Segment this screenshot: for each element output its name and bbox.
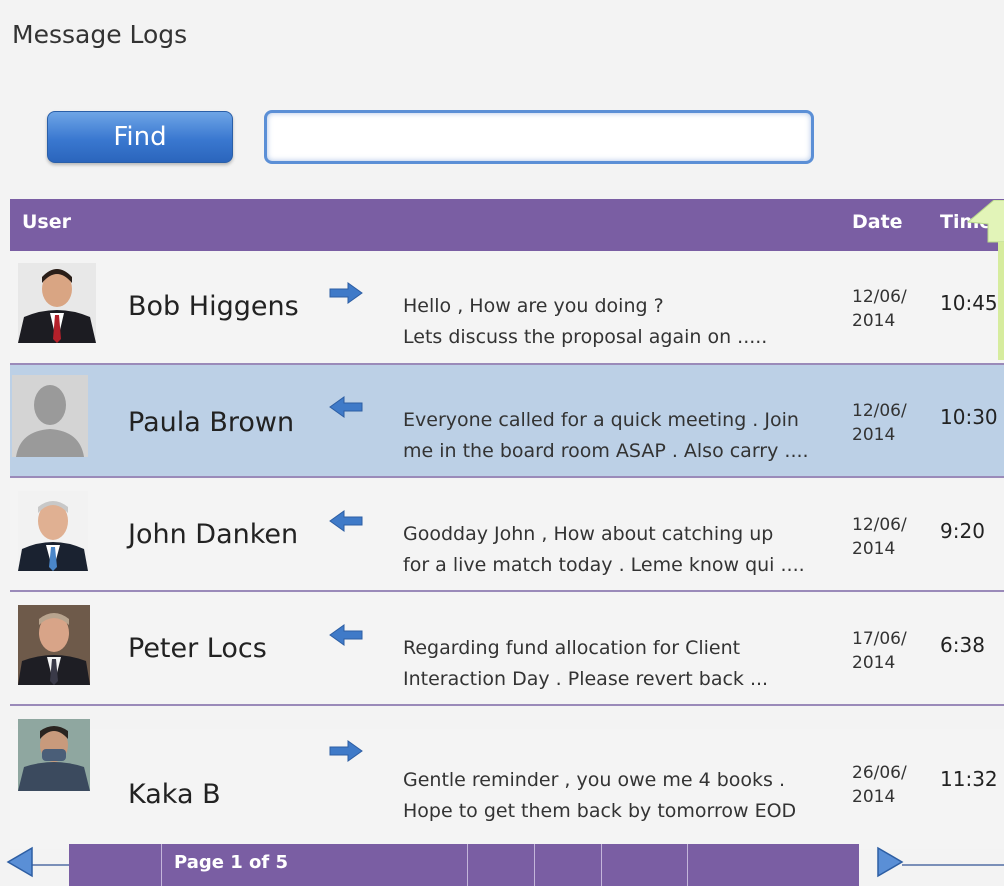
- message-line: Gentle reminder , you owe me 4 books .: [403, 769, 786, 791]
- pager-cell: [161, 844, 162, 886]
- avatar: [12, 375, 88, 457]
- message-date: 17/06/ 2014: [852, 627, 907, 675]
- date-line: 12/06/: [852, 401, 907, 421]
- message-line: Hello , How are you doing ?: [403, 295, 664, 317]
- search-input[interactable]: [264, 110, 814, 164]
- outgoing-arrow-icon: [329, 282, 363, 304]
- page-title: Message Logs: [12, 20, 188, 49]
- message-line: Lets discuss the proposal again on .....: [403, 326, 768, 348]
- message-date: 12/06/ 2014: [852, 399, 907, 447]
- user-name: Kaka B: [128, 779, 221, 810]
- message-line: Interaction Day . Please revert back ...: [403, 668, 769, 690]
- date-line: 12/06/: [852, 287, 907, 307]
- message-line: Everyone called for a quick meeting . Jo…: [403, 409, 799, 431]
- avatar: [18, 491, 88, 571]
- message-time: 9:20: [940, 519, 985, 543]
- message-line: me in the board room ASAP . Also carry .…: [403, 440, 809, 462]
- user-name: Paula Brown: [128, 407, 295, 438]
- message-time: 6:38: [940, 633, 985, 657]
- date-line: 2014: [852, 425, 896, 445]
- message-line: Regarding fund allocation for Client: [403, 637, 741, 659]
- message-date: 12/06/ 2014: [852, 513, 907, 561]
- pager-cell[interactable]: [687, 844, 688, 886]
- page-indicator: Page 1 of 5: [174, 852, 288, 873]
- pager-line: [902, 864, 1004, 866]
- table-row[interactable]: Kaka B Gentle reminder , you owe me 4 bo…: [10, 719, 1004, 849]
- date-line: 2014: [852, 787, 896, 807]
- table-row[interactable]: Bob Higgens Hello , How are you doing ? …: [10, 251, 1004, 365]
- callout-pointer-icon: [966, 200, 1004, 360]
- message-line: for a live match today . Leme know qui .…: [403, 554, 805, 576]
- header-date: Date: [852, 211, 903, 233]
- message-line: Goodday John , How about catching up: [403, 523, 774, 545]
- message-date: 26/06/ 2014: [852, 761, 907, 809]
- table-row[interactable]: John Danken Goodday John , How about cat…: [10, 479, 1004, 592]
- incoming-arrow-icon: [329, 624, 363, 646]
- pager-line: [32, 864, 72, 866]
- table-header: User Date Time: [10, 199, 1004, 251]
- message-preview: Everyone called for a quick meeting . Jo…: [403, 405, 833, 467]
- user-name: John Danken: [128, 519, 299, 550]
- next-page-icon[interactable]: [876, 846, 906, 878]
- incoming-arrow-icon: [329, 396, 363, 418]
- previous-page-icon[interactable]: [4, 846, 34, 878]
- user-name: Bob Higgens: [128, 291, 299, 322]
- pagination: Page 1 of 5: [0, 838, 1004, 886]
- message-preview: Goodday John , How about catching up for…: [403, 519, 833, 581]
- message-preview: Gentle reminder , you owe me 4 books . H…: [403, 765, 833, 827]
- table-row[interactable]: Paula Brown Everyone called for a quick …: [10, 365, 1004, 478]
- avatar: [18, 719, 90, 791]
- avatar: [18, 263, 96, 343]
- table-row[interactable]: Peter Locs Regarding fund allocation for…: [10, 593, 1004, 706]
- date-line: 2014: [852, 311, 896, 331]
- header-user: User: [22, 211, 71, 233]
- date-line: 17/06/: [852, 629, 907, 649]
- pager-cell[interactable]: [534, 844, 535, 886]
- date-line: 2014: [852, 653, 896, 673]
- message-date: 12/06/ 2014: [852, 285, 907, 333]
- date-line: 2014: [852, 539, 896, 559]
- pager-cell[interactable]: [601, 844, 602, 886]
- avatar: [18, 605, 90, 685]
- message-table: User Date Time Bob Higgens Hello , How a…: [10, 199, 1004, 886]
- find-button[interactable]: Find: [47, 111, 233, 163]
- pager-cell[interactable]: [467, 844, 468, 886]
- outgoing-arrow-icon: [329, 740, 363, 762]
- message-preview: Regarding fund allocation for Client Int…: [403, 633, 833, 695]
- user-name: Peter Locs: [128, 633, 267, 664]
- date-line: 12/06/: [852, 515, 907, 535]
- message-time: 10:30: [940, 405, 998, 429]
- message-time: 11:32: [940, 767, 998, 791]
- message-line: Hope to get them back by tomorrow EOD: [403, 800, 797, 822]
- message-preview: Hello , How are you doing ? Lets discuss…: [403, 291, 833, 353]
- date-line: 26/06/: [852, 763, 907, 783]
- incoming-arrow-icon: [329, 510, 363, 532]
